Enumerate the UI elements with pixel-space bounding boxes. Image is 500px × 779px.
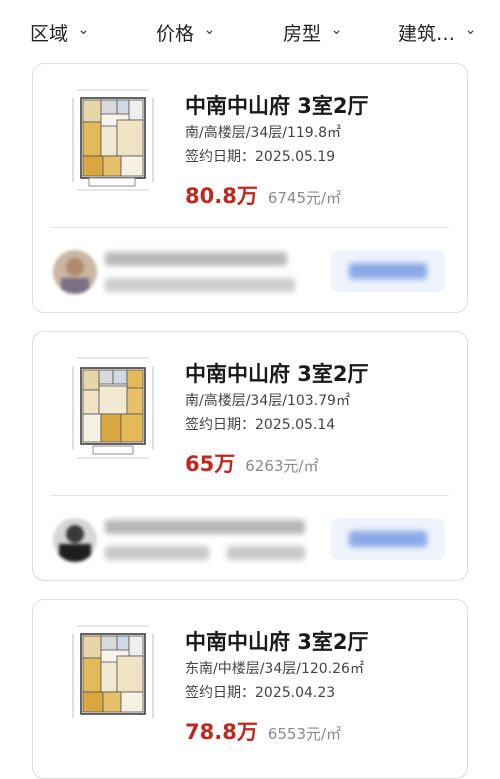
filter-building-area[interactable]: 建筑… [398,20,474,45]
agent-row [33,500,467,580]
listing-title: 中南中山府 3室2厅 [185,94,369,118]
listing-price: 65万 [185,452,236,476]
card-divider [51,227,449,228]
agent-name-redacted [105,520,305,534]
filter-area-label: 区域 [30,22,69,45]
listing-details: 南/高楼层/34层/103.79㎡ [185,393,350,409]
contact-agent-button[interactable] [331,250,445,292]
listing-sign-date: 签约日期：2025.05.14 [185,417,336,433]
contact-button-label-redacted [349,263,427,279]
listing-price: 78.8万 [185,720,258,744]
agent-info-redacted [105,278,295,292]
avatar-icon[interactable] [53,250,97,294]
agent-info-redacted [105,546,209,560]
listing-card[interactable]: 中南中山府 3室2厅 南/高楼层/34层/103.79㎡ 签约日期：2025.0… [32,331,468,581]
chevron-down-icon [333,29,340,34]
contact-button-label-redacted [349,531,427,547]
chevron-down-icon [467,29,474,34]
listing-card[interactable]: 中南中山府 3室2厅 东南/中楼层/34层/120.26㎡ 签约日期：2025.… [32,599,468,779]
filter-bar: 区域 价格 房型 建筑… [0,0,500,60]
listing-sign-date: 签约日期：2025.05.19 [185,149,336,165]
listing-price-row: 78.8万 6553元/㎡ [185,716,341,746]
contact-agent-button[interactable] [331,518,445,560]
filter-building-area-label: 建筑… [398,22,456,45]
floor-plan-icon [71,354,155,462]
listing-unit-price: 6553元/㎡ [267,725,342,743]
card-divider [51,495,449,496]
listing-sign-date: 签约日期：2025.04.23 [185,685,336,701]
floor-plan-icon [71,622,155,730]
agent-name-redacted [105,252,287,266]
agent-row [33,232,467,312]
listing-details: 东南/中楼层/34层/120.26㎡ [185,661,364,677]
filter-price-label: 价格 [156,22,195,45]
listing-unit-price: 6745元/㎡ [267,189,342,207]
filter-area[interactable]: 区域 [30,20,87,45]
listing-title: 中南中山府 3室2厅 [185,630,369,654]
floor-plan-icon [71,86,155,194]
listing-details: 南/高楼层/34层/119.8㎡ [185,125,342,141]
chevron-down-icon [80,29,87,34]
listing-unit-price: 6263元/㎡ [245,457,319,475]
filter-price[interactable]: 价格 [156,20,213,45]
avatar-icon[interactable] [53,518,97,562]
filter-layout-label: 房型 [283,22,322,45]
listing-card[interactable]: 中南中山府 3室2厅 南/高楼层/34层/119.8㎡ 签约日期：2025.05… [32,63,468,313]
listing-title: 中南中山府 3室2厅 [185,362,369,386]
agent-info-redacted [227,546,305,560]
listing-price: 80.8万 [185,184,258,208]
filter-layout[interactable]: 房型 [283,20,340,45]
listing-price-row: 80.8万 6745元/㎡ [185,180,341,210]
listing-price-row: 65万 6263元/㎡ [185,448,318,478]
chevron-down-icon [206,29,213,34]
